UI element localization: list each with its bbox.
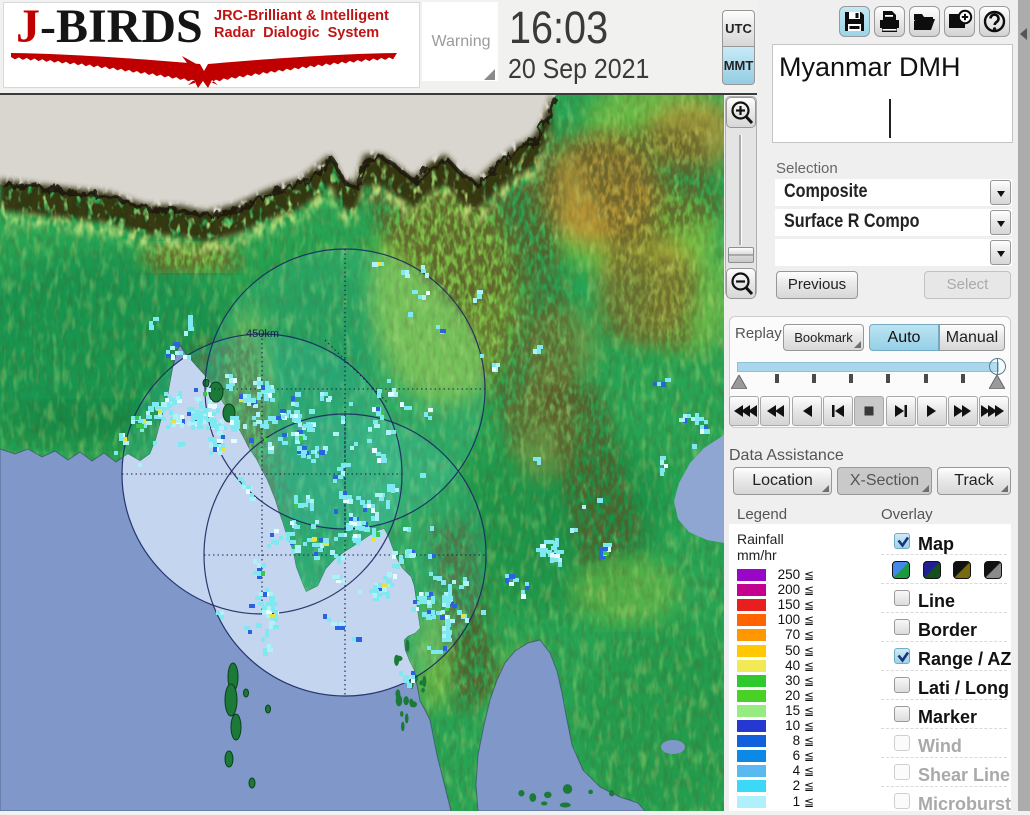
svg-text:450km: 450km [246,328,279,340]
